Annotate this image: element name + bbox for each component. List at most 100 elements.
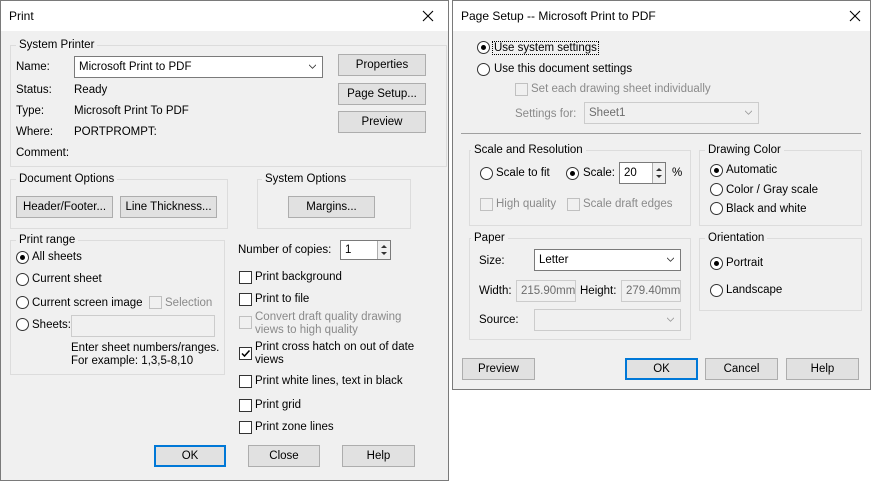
print-help-button[interactable]: Help (342, 445, 415, 467)
print-to-file-checkbox[interactable] (239, 293, 252, 306)
source-select[interactable] (534, 309, 681, 331)
close-icon[interactable] (833, 1, 871, 31)
print-zone-lines-label[interactable]: Print zone lines (255, 421, 334, 433)
print-cross-hatch-label-line1[interactable]: Print cross hatch on out of date (255, 341, 414, 353)
page-setup-dialog: Page Setup -- Microsoft Print to PDF Use… (452, 0, 871, 390)
black-white-radio[interactable] (710, 202, 723, 215)
paper-title: Paper (471, 232, 508, 244)
scale-value: 20 (624, 167, 637, 179)
page-setup-preview-button[interactable]: Preview (462, 358, 535, 380)
use-document-settings-label[interactable]: Use this document settings (494, 63, 632, 75)
size-label: Size: (479, 255, 505, 267)
current-screen-image-radio[interactable] (16, 296, 29, 309)
settings-for-value: Sheet1 (589, 107, 626, 119)
page-setup-help-label: Help (810, 363, 835, 375)
width-label: Width: (479, 285, 512, 297)
sheets-label[interactable]: Sheets: (32, 319, 71, 331)
spinner-arrows-icon (381, 245, 387, 255)
width-value: 215.90mm (521, 285, 576, 297)
use-system-settings-radio[interactable] (477, 41, 490, 54)
page-setup-help-button[interactable]: Help (786, 358, 859, 380)
black-white-label[interactable]: Black and white (726, 203, 807, 215)
print-cross-hatch-checkbox[interactable] (239, 347, 252, 360)
preview-button[interactable]: Preview (338, 111, 426, 133)
printer-name-label: Name: (16, 61, 50, 73)
print-title-bar: Print (1, 1, 448, 31)
sheets-radio[interactable] (16, 318, 29, 331)
print-to-file-label[interactable]: Print to file (255, 293, 309, 305)
copies-label: Number of copies: (238, 244, 332, 256)
paper-size-value: Letter (539, 254, 569, 266)
print-close-button[interactable]: Close (248, 445, 320, 467)
line-thickness-button-label: Line Thickness... (125, 201, 212, 213)
scale-spinner[interactable] (652, 163, 665, 183)
automatic-label[interactable]: Automatic (726, 164, 777, 176)
settings-for-select[interactable]: Sheet1 (584, 102, 759, 124)
print-range-title: Print range (16, 234, 79, 246)
all-sheets-label[interactable]: All sheets (32, 251, 82, 263)
copies-spinner[interactable] (377, 241, 390, 259)
current-sheet-label[interactable]: Current sheet (32, 273, 102, 285)
line-thickness-button[interactable]: Line Thickness... (120, 196, 217, 218)
width-input[interactable]: 215.90mm (516, 280, 576, 302)
scale-draft-edges-checkbox[interactable] (567, 198, 580, 211)
page-setup-cancel-button[interactable]: Cancel (705, 358, 778, 380)
orientation-group (699, 238, 862, 311)
high-quality-label: High quality (496, 198, 557, 210)
printer-where-value: PORTPROMPT: (74, 126, 157, 138)
scale-label[interactable]: Scale: (583, 167, 615, 179)
portrait-label[interactable]: Portrait (726, 257, 763, 269)
printer-type-value: Microsoft Print To PDF (74, 105, 189, 117)
margins-button[interactable]: Margins... (288, 196, 375, 218)
portrait-radio[interactable] (710, 257, 723, 270)
print-ok-button[interactable]: OK (154, 445, 226, 467)
set-each-sheet-checkbox[interactable] (515, 83, 528, 96)
height-label: Height: (580, 285, 617, 297)
chevron-down-icon (667, 257, 674, 262)
scale-resolution-title: Scale and Resolution (471, 144, 586, 156)
landscape-label[interactable]: Landscape (726, 284, 782, 296)
all-sheets-radio[interactable] (16, 251, 29, 264)
margins-button-label: Margins... (306, 201, 357, 213)
page-setup-ok-button[interactable]: OK (625, 358, 698, 380)
high-quality-checkbox[interactable] (480, 198, 493, 211)
convert-draft-checkbox[interactable] (239, 316, 252, 329)
print-background-label[interactable]: Print background (255, 271, 342, 283)
scale-radio[interactable] (566, 167, 579, 180)
print-ok-label: OK (181, 450, 199, 462)
paper-size-select[interactable]: Letter (534, 249, 681, 271)
sheets-input[interactable] (71, 315, 215, 337)
automatic-radio[interactable] (710, 164, 723, 177)
page-setup-button[interactable]: Page Setup... (338, 83, 426, 105)
printer-status-value: Ready (74, 84, 108, 96)
current-sheet-radio[interactable] (16, 273, 29, 286)
color-gray-radio[interactable] (710, 183, 723, 196)
print-dialog: Print System Printer Name: Microsoft Pri… (0, 0, 449, 481)
color-gray-label[interactable]: Color / Gray scale (726, 184, 818, 196)
print-background-checkbox[interactable] (239, 271, 252, 284)
printer-comment-label: Comment: (16, 147, 70, 159)
properties-button[interactable]: Properties (338, 54, 426, 76)
print-zone-lines-checkbox[interactable] (239, 421, 252, 434)
print-grid-label[interactable]: Print grid (255, 399, 301, 411)
print-white-lines-label[interactable]: Print white lines, text in black (255, 375, 403, 387)
current-screen-image-label[interactable]: Current screen image (32, 297, 143, 309)
print-cross-hatch-label-line2[interactable]: views (255, 354, 284, 366)
print-dialog-title: Print (9, 9, 34, 23)
height-input[interactable]: 279.40mm (621, 280, 681, 302)
header-footer-button[interactable]: Header/Footer... (16, 196, 113, 218)
use-document-settings-radio[interactable] (477, 63, 490, 76)
close-icon[interactable] (406, 1, 450, 31)
chevron-down-icon (309, 64, 316, 69)
use-system-settings-label[interactable]: Use system settings (492, 41, 599, 55)
preview-button-label: Preview (361, 116, 403, 128)
print-grid-checkbox[interactable] (239, 399, 252, 412)
height-value: 279.40mm (626, 285, 681, 297)
landscape-radio[interactable] (710, 284, 723, 297)
print-white-lines-checkbox[interactable] (239, 375, 252, 388)
page-setup-preview-label: Preview (478, 363, 519, 375)
printer-name-select[interactable]: Microsoft Print to PDF (74, 56, 323, 78)
scale-to-fit-label[interactable]: Scale to fit (496, 167, 550, 179)
scale-to-fit-radio[interactable] (480, 167, 493, 180)
selection-checkbox[interactable] (149, 296, 162, 309)
